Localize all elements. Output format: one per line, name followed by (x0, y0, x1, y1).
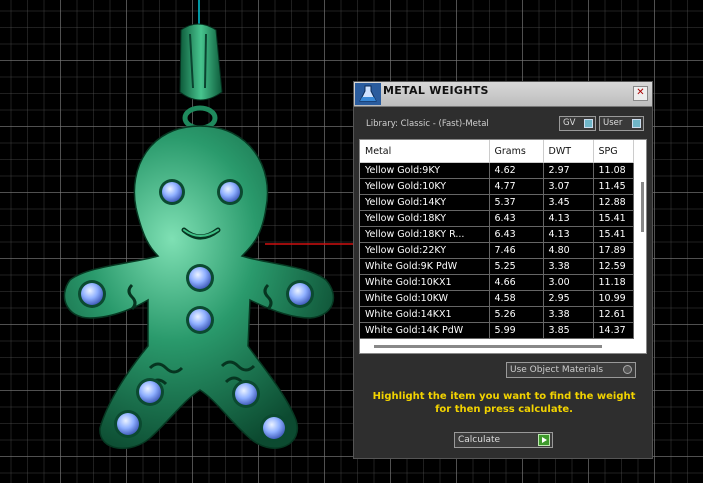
table-row[interactable]: White Gold:10KW 4.58 2.95 10.99 (360, 290, 634, 307)
toggle-knob-icon (584, 119, 593, 128)
cell-dwt: 3.85 (543, 322, 594, 339)
hint-text: Highlight the item you want to find the … (372, 391, 636, 415)
cell-dwt: 2.97 (543, 162, 594, 179)
cell-metal: Yellow Gold:18KY (360, 210, 490, 227)
cell-grams: 6.43 (489, 210, 544, 227)
cell-grams: 6.43 (489, 226, 544, 243)
gem (189, 267, 211, 289)
cell-metal: Yellow Gold:18KY R... (360, 226, 490, 243)
gem (235, 383, 257, 405)
cell-dwt: 3.07 (543, 178, 594, 195)
cell-spg: 11.08 (593, 162, 634, 179)
table-row[interactable]: White Gold:14KX1 5.26 3.38 12.61 (360, 306, 634, 323)
cell-spg: 15.41 (593, 226, 634, 243)
horizontal-scrollbar[interactable] (374, 345, 602, 348)
panel-titlebar[interactable]: METAL WEIGHTS ✕ (354, 82, 652, 107)
close-icon[interactable]: ✕ (633, 86, 648, 101)
user-toggle[interactable]: User (599, 116, 644, 131)
gem (139, 381, 161, 403)
table-row[interactable]: Yellow Gold:18KY 6.43 4.13 15.41 (360, 210, 634, 227)
metal-weights-panel: METAL WEIGHTS ✕ Library: Classic - (Fast… (353, 81, 653, 459)
cell-grams: 4.58 (489, 290, 544, 307)
pendant-bail (179, 23, 223, 101)
cell-spg: 11.45 (593, 178, 634, 195)
cell-grams: 5.25 (489, 258, 544, 275)
gem (189, 309, 211, 331)
cell-metal: White Gold:14KX1 (360, 306, 490, 323)
vertical-scrollbar[interactable] (641, 182, 644, 232)
column-header-dwt[interactable]: DWT (543, 140, 594, 163)
cell-spg: 11.18 (593, 274, 634, 291)
use-object-materials-label: Use Object Materials (510, 365, 604, 375)
table-row[interactable]: White Gold:10KX1 4.66 3.00 11.18 (360, 274, 634, 291)
table-row[interactable]: Yellow Gold:14KY 5.37 3.45 12.88 (360, 194, 634, 211)
table-header-row: Metal Grams DWT SPG (360, 140, 634, 163)
use-object-materials-toggle[interactable]: Use Object Materials (506, 362, 636, 378)
toggle-knob-icon (632, 119, 641, 128)
panel-title: METAL WEIGHTS (383, 84, 489, 97)
cell-grams: 5.99 (489, 322, 544, 339)
gem (117, 413, 139, 435)
cell-metal: Yellow Gold:10KY (360, 178, 490, 195)
cell-spg: 17.89 (593, 242, 634, 259)
radio-icon (623, 365, 632, 374)
cell-grams: 5.26 (489, 306, 544, 323)
table-row[interactable]: White Gold:14K PdW 5.99 3.85 14.37 (360, 322, 634, 339)
table-row[interactable]: Yellow Gold:9KY 4.62 2.97 11.08 (360, 162, 634, 179)
cell-grams: 4.62 (489, 162, 544, 179)
column-header-grams[interactable]: Grams (489, 140, 544, 163)
gem (220, 182, 240, 202)
cell-spg: 12.88 (593, 194, 634, 211)
cell-metal: White Gold:9K PdW (360, 258, 490, 275)
cell-metal: White Gold:10KX1 (360, 274, 490, 291)
user-toggle-label: User (603, 118, 623, 128)
table-row[interactable]: White Gold:9K PdW 5.25 3.38 12.59 (360, 258, 634, 275)
cell-metal: Yellow Gold:9KY (360, 162, 490, 179)
cell-dwt: 4.80 (543, 242, 594, 259)
gem (162, 182, 182, 202)
table-row[interactable]: Yellow Gold:10KY 4.77 3.07 11.45 (360, 178, 634, 195)
metal-weights-table[interactable]: Metal Grams DWT SPG Yellow Gold:9KY 4.62 2… (359, 139, 647, 354)
cell-spg: 10.99 (593, 290, 634, 307)
library-label: Library: Classic - (Fast)-Metal (366, 119, 489, 129)
gem (289, 283, 311, 305)
gem (81, 283, 103, 305)
cell-dwt: 4.13 (543, 210, 594, 227)
play-icon (538, 434, 550, 446)
cell-metal: Yellow Gold:14KY (360, 194, 490, 211)
cell-grams: 4.66 (489, 274, 544, 291)
cell-dwt: 2.95 (543, 290, 594, 307)
cell-spg: 14.37 (593, 322, 634, 339)
cell-dwt: 3.38 (543, 258, 594, 275)
flask-icon (355, 83, 381, 105)
cell-spg: 15.41 (593, 210, 634, 227)
cell-dwt: 3.38 (543, 306, 594, 323)
cell-metal: White Gold:10KW (360, 290, 490, 307)
table-row[interactable]: Yellow Gold:18KY R... 6.43 4.13 15.41 (360, 226, 634, 243)
cell-spg: 12.61 (593, 306, 634, 323)
cell-metal: White Gold:14K PdW (360, 322, 490, 339)
cell-dwt: 4.13 (543, 226, 594, 243)
gv-toggle-label: GV (563, 118, 576, 128)
jump-ring (182, 105, 218, 131)
cell-dwt: 3.45 (543, 194, 594, 211)
gv-toggle[interactable]: GV (559, 116, 596, 131)
cell-grams: 4.77 (489, 178, 544, 195)
calculate-button[interactable]: Calculate (454, 432, 553, 448)
cell-spg: 12.59 (593, 258, 634, 275)
column-header-spg[interactable]: SPG (593, 140, 634, 163)
calculate-label: Calculate (458, 435, 501, 445)
column-header-metal[interactable]: Metal (360, 140, 490, 163)
cell-grams: 5.37 (489, 194, 544, 211)
cell-metal: Yellow Gold:22KY (360, 242, 490, 259)
cell-dwt: 3.00 (543, 274, 594, 291)
cell-grams: 7.46 (489, 242, 544, 259)
table-row[interactable]: Yellow Gold:22KY 7.46 4.80 17.89 (360, 242, 634, 259)
gem (263, 417, 285, 439)
